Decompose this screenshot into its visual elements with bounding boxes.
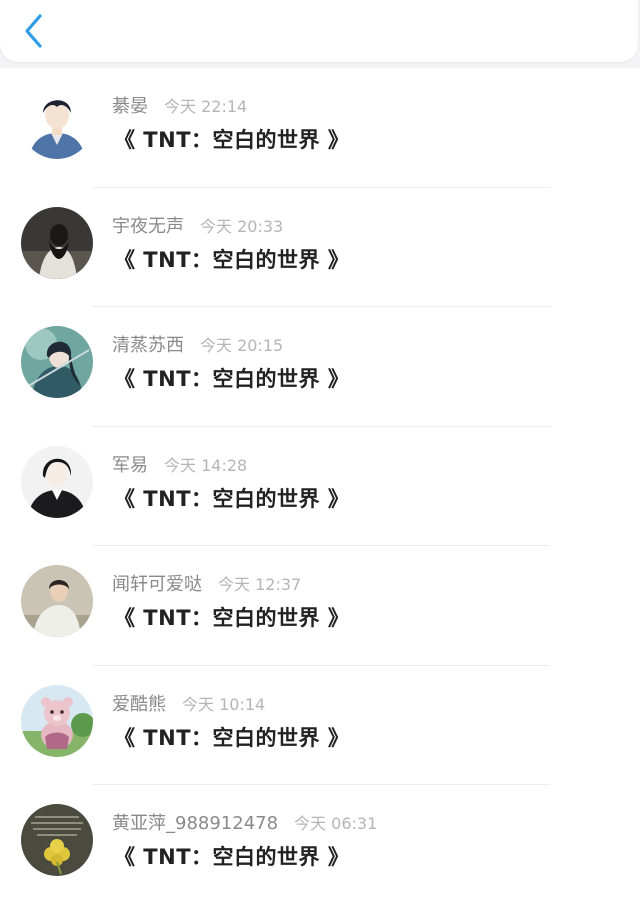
message-meta: 清蒸苏西 今天 20:15	[112, 331, 284, 357]
sender-name[interactable]: 清蒸苏西	[112, 331, 184, 357]
avatar[interactable]	[21, 804, 93, 876]
list-item[interactable]: 爱酷熊 今天 10:14 《 TNT：空白的世界 》	[0, 666, 640, 785]
message-time: 今天 22:14	[164, 97, 248, 116]
message-text: 《 TNT：空白的世界 》	[114, 128, 350, 152]
avatar[interactable]	[21, 445, 93, 518]
avatar[interactable]	[21, 206, 93, 279]
message-time: 今天 06:31	[294, 814, 378, 833]
message-meta: 黄亚萍_988912478 今天 06:31	[112, 809, 378, 835]
message-meta: 爱酷熊 今天 10:14	[112, 690, 266, 716]
top-bar	[0, 0, 638, 62]
message-time: 今天 12:37	[218, 575, 302, 594]
sender-name[interactable]: 黄亚萍_988912478	[112, 809, 278, 835]
avatar[interactable]	[21, 684, 93, 757]
message-text: 《 TNT：空白的世界 》	[114, 845, 350, 869]
message-text: 《 TNT：空白的世界 》	[114, 367, 350, 391]
chevron-left-icon	[25, 14, 42, 48]
list-item[interactable]: 宇夜无声 今天 20:33 《 TNT：空白的世界 》	[0, 188, 640, 307]
message-meta: 军易 今天 14:28	[112, 451, 248, 477]
message-text: 《 TNT：空白的世界 》	[114, 486, 350, 511]
sender-name[interactable]: 军易	[112, 451, 148, 477]
message-time: 今天 20:33	[200, 216, 284, 236]
list-item[interactable]: 綦晏 今天 22:14 《 TNT：空白的世界 》	[0, 68, 640, 188]
message-text: 《 TNT：空白的世界 》	[114, 247, 350, 272]
message-meta: 闻轩可爱哒 今天 12:37	[112, 570, 302, 596]
message-list: 綦晏 今天 22:14 《 TNT：空白的世界 》 宇夜无声 今天 20:33 …	[0, 68, 640, 913]
message-time: 今天 10:14	[182, 694, 266, 714]
sender-name[interactable]: 宇夜无声	[112, 212, 184, 238]
avatar[interactable]	[21, 565, 93, 637]
avatar[interactable]	[21, 326, 93, 398]
back-button[interactable]	[18, 12, 50, 50]
message-meta: 綦晏 今天 22:14	[112, 92, 248, 118]
list-item[interactable]: 黄亚萍_988912478 今天 06:31 《 TNT：空白的世界 》	[0, 785, 640, 905]
list-item[interactable]: 军易 今天 14:28 《 TNT：空白的世界 》	[0, 427, 640, 546]
list-item[interactable]: 闻轩可爱哒 今天 12:37 《 TNT：空白的世界 》	[0, 546, 640, 666]
sender-name[interactable]: 爱酷熊	[112, 690, 166, 716]
avatar[interactable]	[21, 87, 93, 159]
message-meta: 宇夜无声 今天 20:33	[112, 212, 284, 238]
list-item[interactable]: 清蒸苏西 今天 20:15 《 TNT：空白的世界 》	[0, 307, 640, 427]
sender-name[interactable]: 綦晏	[112, 92, 148, 118]
message-text: 《 TNT：空白的世界 》	[114, 606, 350, 630]
message-time: 今天 20:15	[200, 336, 284, 355]
sender-name[interactable]: 闻轩可爱哒	[112, 570, 202, 596]
message-time: 今天 14:28	[164, 455, 248, 475]
message-text: 《 TNT：空白的世界 》	[114, 725, 350, 750]
